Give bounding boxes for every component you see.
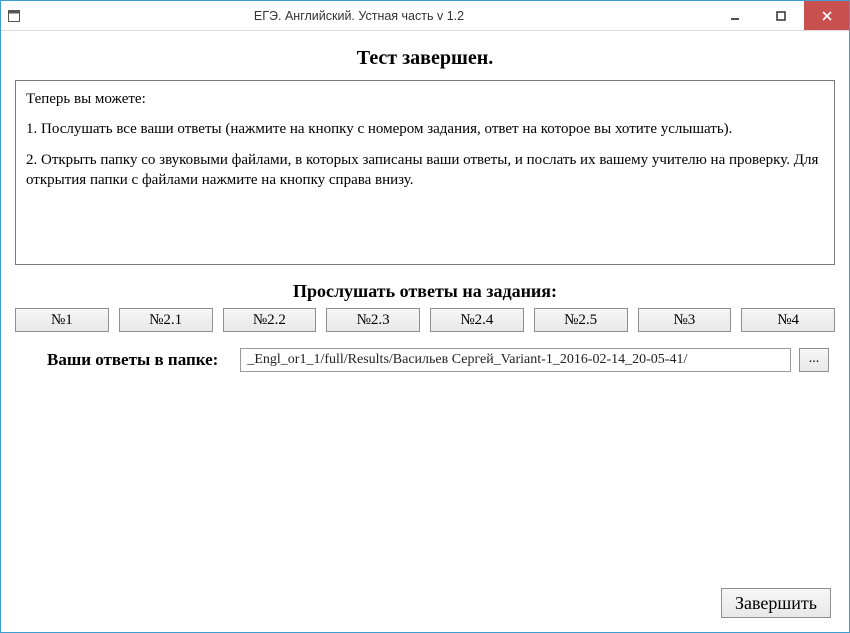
folder-label: Ваши ответы в папке: (47, 350, 218, 370)
instructions-line: 1. Послушать все ваши ответы (нажмите на… (26, 119, 824, 139)
app-window: ЕГЭ. Английский. Устная часть v 1.2 Тест… (0, 0, 850, 633)
task-button-1[interactable]: №1 (15, 308, 109, 332)
folder-row: Ваши ответы в папке: _Engl_or1_1/full/Re… (15, 348, 835, 372)
task-button-row: №1 №2.1 №2.2 №2.3 №2.4 №2.5 №3 №4 (15, 308, 835, 332)
page-title: Тест завершен. (15, 47, 835, 70)
task-button-2-3[interactable]: №2.3 (326, 308, 420, 332)
window-controls (711, 1, 849, 30)
task-button-3[interactable]: №3 (638, 308, 732, 332)
instructions-line: Теперь вы можете: (26, 89, 824, 109)
client-area: Тест завершен. Теперь вы можете: 1. Посл… (1, 31, 849, 632)
task-button-2-2[interactable]: №2.2 (223, 308, 317, 332)
task-button-2-1[interactable]: №2.1 (119, 308, 213, 332)
listen-answers-label: Прослушать ответы на задания: (15, 281, 835, 302)
folder-path-field[interactable]: _Engl_or1_1/full/Results/Васильев Сергей… (240, 348, 791, 372)
minimize-button[interactable] (711, 1, 757, 30)
instructions-line: 2. Открыть папку со звуковыми файлами, в… (26, 150, 824, 191)
task-button-2-5[interactable]: №2.5 (534, 308, 628, 332)
instructions-box: Теперь вы можете: 1. Послушать все ваши … (15, 80, 835, 265)
browse-button[interactable]: ... (799, 348, 829, 372)
task-button-4[interactable]: №4 (741, 308, 835, 332)
titlebar[interactable]: ЕГЭ. Английский. Устная часть v 1.2 (1, 1, 849, 31)
task-button-2-4[interactable]: №2.4 (430, 308, 524, 332)
close-button[interactable] (803, 1, 849, 30)
finish-button[interactable]: Завершить (721, 588, 831, 618)
app-icon (1, 1, 27, 30)
maximize-button[interactable] (757, 1, 803, 30)
window-title: ЕГЭ. Английский. Устная часть v 1.2 (27, 1, 711, 30)
